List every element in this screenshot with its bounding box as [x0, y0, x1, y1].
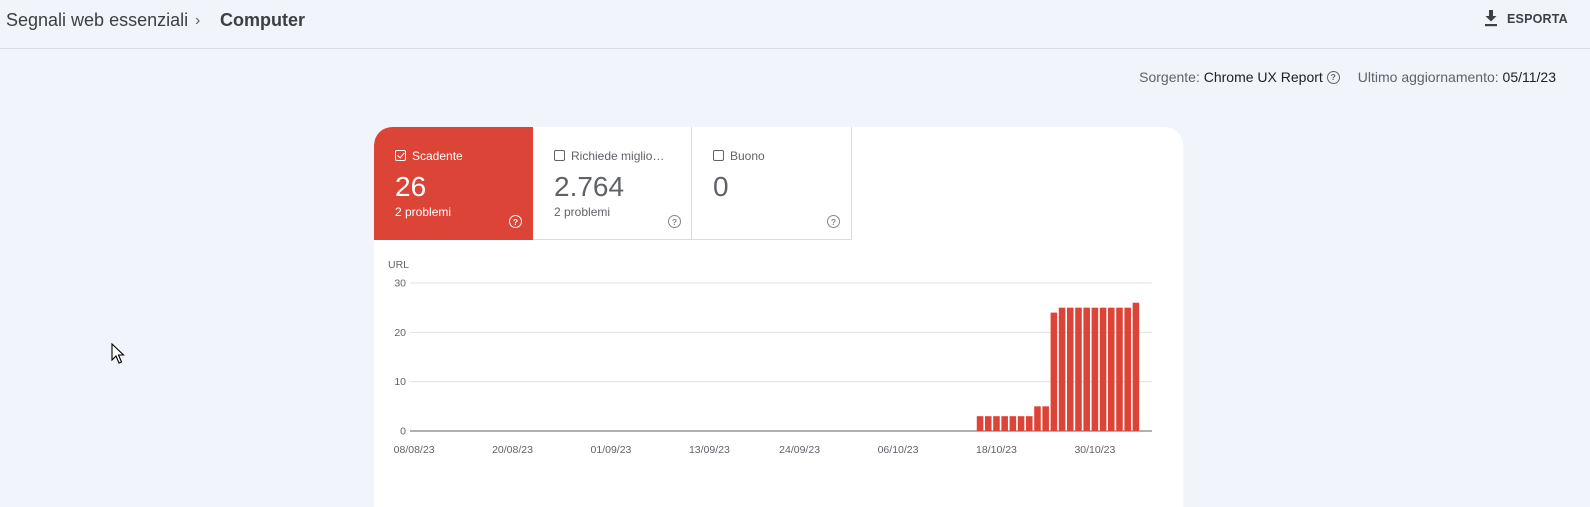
tile-count: 0 [713, 171, 729, 202]
x-tick-label: 06/10/23 [878, 444, 919, 456]
chart-bar[interactable] [1108, 307, 1115, 431]
x-tick-label: 30/10/23 [1074, 444, 1115, 456]
chart-bar[interactable] [1075, 307, 1082, 431]
y-tick-label: 30 [394, 278, 406, 290]
help-icon[interactable]: ? [668, 215, 681, 228]
tile-checkbox[interactable] [554, 150, 565, 161]
x-tick-label: 01/09/23 [591, 444, 632, 456]
help-icon[interactable]: ? [827, 215, 840, 228]
page-title: Computer [220, 10, 305, 30]
chart-bar[interactable] [1050, 312, 1058, 431]
tile-issues: 2 problemi [554, 205, 611, 219]
chart-bar[interactable] [1067, 307, 1074, 431]
x-tick-label: 13/09/23 [689, 444, 730, 456]
export-label: ESPORTA [1507, 12, 1568, 26]
chart-bar[interactable] [1058, 307, 1066, 431]
tile-needs-improvement[interactable]: Richiede miglio… 2.764 2 problemi ? [533, 127, 692, 240]
x-tick-label: 20/08/23 [492, 444, 533, 456]
x-tick-label: 24/09/23 [779, 444, 820, 456]
chart-bar[interactable] [1034, 406, 1041, 431]
chart-bar[interactable] [1099, 307, 1107, 431]
x-tick-label: 18/10/23 [976, 444, 1017, 456]
help-icon[interactable]: ? [509, 215, 522, 228]
x-tick-label: 08/08/23 [394, 444, 435, 456]
chart-bar[interactable] [1124, 307, 1131, 431]
tile-count: 2.764 [554, 171, 625, 202]
export-button[interactable]: ESPORTA [1482, 9, 1568, 29]
chart-bar[interactable] [1042, 406, 1049, 431]
header-bar: Segnali web essenziali › Computer ESPORT… [0, 0, 1590, 49]
chart-bar[interactable] [1116, 307, 1123, 431]
chart-bar[interactable] [984, 416, 992, 431]
updated-value: 05/11/23 [1502, 69, 1556, 85]
chart-bar[interactable] [1132, 302, 1140, 431]
source-label: Sorgente: [1139, 69, 1200, 85]
chevron-right-icon: › [195, 12, 201, 29]
y-axis-label: URL [388, 259, 409, 271]
y-tick-label: 10 [394, 376, 406, 388]
chart-bar[interactable] [1009, 416, 1017, 431]
breadcrumb-root[interactable]: Segnali web essenziali [6, 10, 188, 31]
tile-issues: 2 problemi [395, 205, 452, 219]
url-bar-chart: URL 0 10 20 30 08/08/23 20/08/23 01/09/23 13/0… [388, 259, 1152, 456]
source-value: Chrome UX Report [1203, 69, 1323, 85]
y-tick-label: 20 [394, 327, 406, 339]
updated-label: Ultimo aggiornamento: [1357, 69, 1499, 85]
chart-bar[interactable] [993, 416, 1000, 431]
chart-bar[interactable] [1025, 416, 1033, 431]
chart-bar[interactable] [1017, 416, 1025, 431]
chart-bar[interactable] [1091, 307, 1099, 431]
chart-bar[interactable] [1083, 307, 1090, 431]
tile-label: Buono [730, 149, 765, 163]
tile-count: 26 [395, 171, 427, 202]
help-icon[interactable]: ? [1326, 70, 1340, 84]
y-tick-label: 0 [400, 426, 406, 438]
report-card: Scadente 26 2 problemi ? Richiede miglio… [374, 127, 1183, 507]
tile-good[interactable]: Buono 0 ? [692, 127, 852, 240]
chart-bar[interactable] [1001, 416, 1008, 431]
download-icon [1485, 10, 1497, 27]
mouse-cursor-icon [111, 343, 125, 364]
tile-label: Richiede miglio… [571, 149, 665, 163]
report-meta: Sorgente: Chrome UX Report? Ultimo aggio… [1139, 69, 1556, 85]
chart-bar[interactable] [976, 416, 984, 431]
tile-checkbox[interactable] [713, 150, 724, 161]
tile-checkbox[interactable] [395, 150, 406, 161]
tile-label: Scadente [412, 149, 463, 163]
tile-poor[interactable]: Scadente 26 2 problemi ? [374, 127, 533, 240]
